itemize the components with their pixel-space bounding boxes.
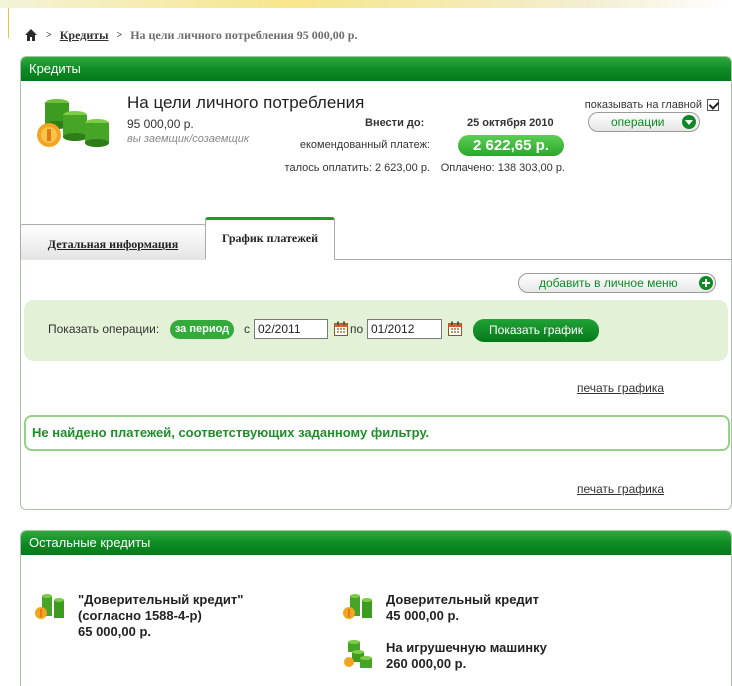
coins-icon	[35, 594, 64, 619]
due-date: 25 октября 2010	[467, 117, 554, 129]
left-accent-line	[8, 8, 9, 38]
coins-icon	[37, 99, 109, 147]
breadcrumb-link-credits[interactable]: Кредиты	[60, 28, 109, 43]
show-on-main: показывать на главной	[585, 99, 719, 111]
add-to-menu-label: добавить в личное меню	[539, 276, 678, 290]
to-label: по	[350, 322, 364, 336]
recommended-payment-label: екомендованный платеж:	[299, 139, 430, 151]
show-schedule-button[interactable]: Показать график	[473, 319, 599, 342]
coins-stack-icon	[344, 640, 372, 668]
other-credit-amount: 260 000,00 р.	[386, 656, 467, 671]
other-credit-amount: 45 000,00 р.	[386, 608, 459, 623]
other-credit-item[interactable]: "Доверительный кредит" (согласно 1588-4-…	[34, 592, 324, 640]
credit-title: На цели личного потребления	[127, 93, 365, 112]
tab-payment-schedule[interactable]: График платежей	[205, 217, 335, 260]
due-label: Внести до:	[365, 117, 425, 129]
other-credit-text: Доверительный кредит 45 000,00 р.	[386, 592, 539, 624]
breadcrumb-separator: >	[116, 29, 123, 41]
panel-header: Остальные кредиты	[21, 531, 731, 555]
other-credit-text: На игрушечную машинку 260 000,00 р.	[386, 640, 547, 672]
other-credit-item[interactable]: Доверительный кредит 45 000,00 р.	[342, 592, 642, 624]
remaining-amount: талось оплатить: 2 623,00 р.	[284, 162, 430, 174]
filter-label: Показать операции:	[48, 322, 160, 336]
breadcrumb-separator: >	[46, 29, 52, 41]
operations-button[interactable]: операции	[588, 112, 700, 132]
tab-detailed-info[interactable]: Детальная информация	[20, 224, 206, 260]
other-credit-name[interactable]: Доверительный кредит	[386, 592, 539, 608]
top-strip	[0, 0, 732, 8]
panel-header: Кредиты	[21, 57, 731, 81]
chevron-down-icon	[682, 115, 696, 129]
other-credit-amount: 65 000,00 р.	[78, 624, 151, 639]
other-credit-name[interactable]: "Доверительный кредит" (согласно 1588-4-…	[78, 592, 288, 624]
credit-role: вы заемщик/созаемщик	[127, 133, 250, 145]
no-payments-message: Не найдено платежей, соответствующих зад…	[24, 415, 730, 451]
breadcrumb-current: На цели личного потребления 95 000,00 р.	[130, 27, 358, 42]
other-credit-text: "Доверительный кредит" (согласно 1588-4-…	[78, 592, 288, 640]
print-schedule-link[interactable]: печать графика	[577, 381, 664, 395]
other-credit-name[interactable]: На игрушечную машинку	[386, 640, 547, 656]
plus-icon	[699, 276, 713, 290]
from-label: с	[244, 322, 250, 336]
print-schedule-link[interactable]: печать графика	[577, 482, 664, 496]
recommended-payment-amount: 2 622,65 р.	[458, 135, 564, 156]
date-to-input[interactable]	[367, 319, 442, 339]
filter-bar: Показать операции: за период с по Показа…	[24, 300, 728, 361]
calendar-icon[interactable]	[448, 321, 462, 336]
tab-label: Детальная информация	[47, 237, 179, 251]
other-credit-item[interactable]: На игрушечную машинку 260 000,00 р.	[342, 640, 642, 672]
date-from-input[interactable]	[254, 319, 328, 339]
home-icon[interactable]	[24, 28, 38, 42]
breadcrumb: > Кредиты > На цели личного потребления …	[24, 26, 357, 44]
period-badge[interactable]: за период	[170, 320, 234, 339]
add-to-personal-menu-button[interactable]: добавить в личное меню	[518, 273, 716, 293]
paid-amount: Оплачено: 138 303,00 р.	[440, 162, 565, 174]
operations-button-label: операции	[611, 115, 665, 129]
show-on-main-label: показывать на главной	[584, 99, 702, 111]
coins-icon	[343, 594, 372, 619]
show-on-main-checkbox[interactable]	[707, 99, 719, 111]
tab-label: График платежей	[221, 231, 319, 245]
credit-amount: 95 000,00 р.	[127, 117, 194, 131]
calendar-icon[interactable]	[334, 321, 348, 336]
